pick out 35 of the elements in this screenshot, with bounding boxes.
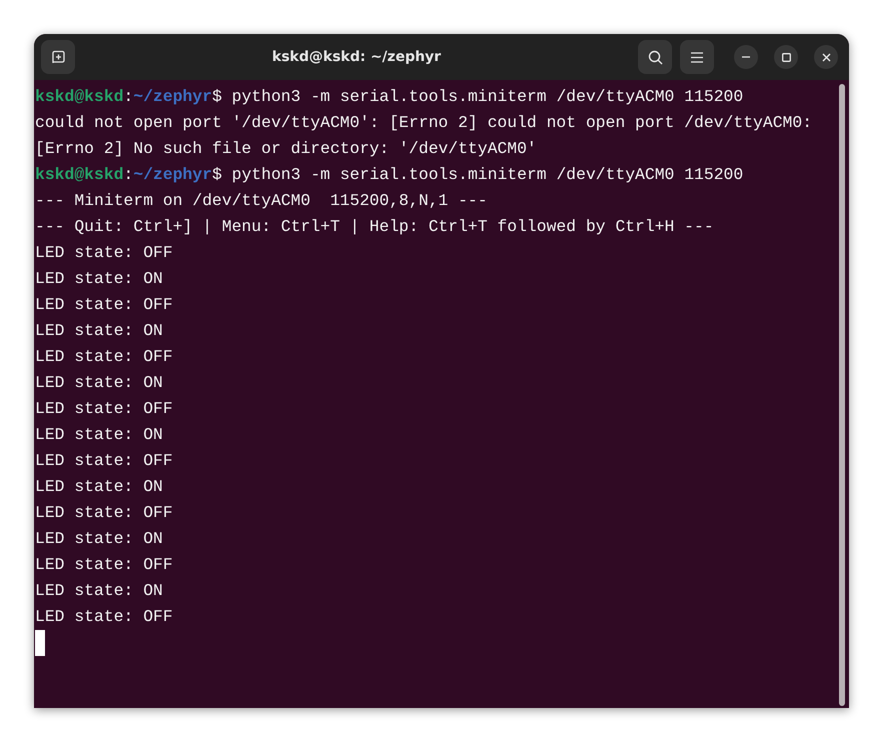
- output-line: LED state: ON: [35, 320, 164, 342]
- search-icon: [648, 50, 662, 64]
- close-button[interactable]: [814, 45, 838, 69]
- output-line: LED state: ON: [35, 580, 164, 602]
- maximize-icon: [782, 52, 790, 62]
- menu-icon: [691, 52, 703, 62]
- prompt-line: kskd@kskd:~/zephyr$ python3 -m serial.tools.miniterm /dev/ttyACM0 115200: [35, 86, 744, 108]
- output-line: LED state: ON: [35, 424, 164, 446]
- output-line: LED state: OFF: [35, 242, 174, 264]
- minimize-button[interactable]: [734, 45, 758, 69]
- window-title: kskd@kskd: ~/zephyr: [272, 48, 441, 66]
- minimize-icon: [742, 56, 750, 58]
- maximize-button[interactable]: [774, 45, 798, 69]
- output-line: LED state: ON: [35, 528, 164, 550]
- new-tab-icon: [51, 50, 65, 64]
- text-cursor: [35, 630, 45, 656]
- output-line: --- Miniterm on /dev/ttyACM0 115200,8,N,1 ---: [35, 190, 488, 212]
- output-line: LED state: OFF: [35, 346, 174, 368]
- output-line: LED state: OFF: [35, 502, 174, 524]
- output-line: LED state: ON: [35, 476, 164, 498]
- output-line: LED state: OFF: [35, 398, 174, 420]
- scrollbar-thumb[interactable]: [839, 84, 845, 706]
- new-tab-button[interactable]: [41, 40, 75, 74]
- output-line: LED state: ON: [35, 372, 164, 394]
- output-line: --- Quit: Ctrl+] | Menu: Ctrl+T | Help: Ctrl+T followed by Ctrl+H ---: [35, 216, 715, 238]
- close-icon: [822, 52, 830, 62]
- output-line: LED state: OFF: [35, 606, 174, 628]
- menu-button[interactable]: [680, 40, 714, 74]
- output-line: LED state: OFF: [35, 294, 174, 316]
- output-line: LED state: OFF: [35, 450, 174, 472]
- output-line: LED state: OFF: [35, 554, 174, 576]
- output-line: could not open port '/dev/ttyACM0': [Errno 2] could not open port /dev/ttyACM0: [Errno 2] No such file or directory: '/dev/ttyACM0': [35, 112, 814, 160]
- search-button[interactable]: [638, 40, 672, 74]
- prompt-line: kskd@kskd:~/zephyr$ python3 -m serial.tools.miniterm /dev/ttyACM0 115200: [35, 164, 744, 186]
- output-line: LED state: ON: [35, 268, 164, 290]
